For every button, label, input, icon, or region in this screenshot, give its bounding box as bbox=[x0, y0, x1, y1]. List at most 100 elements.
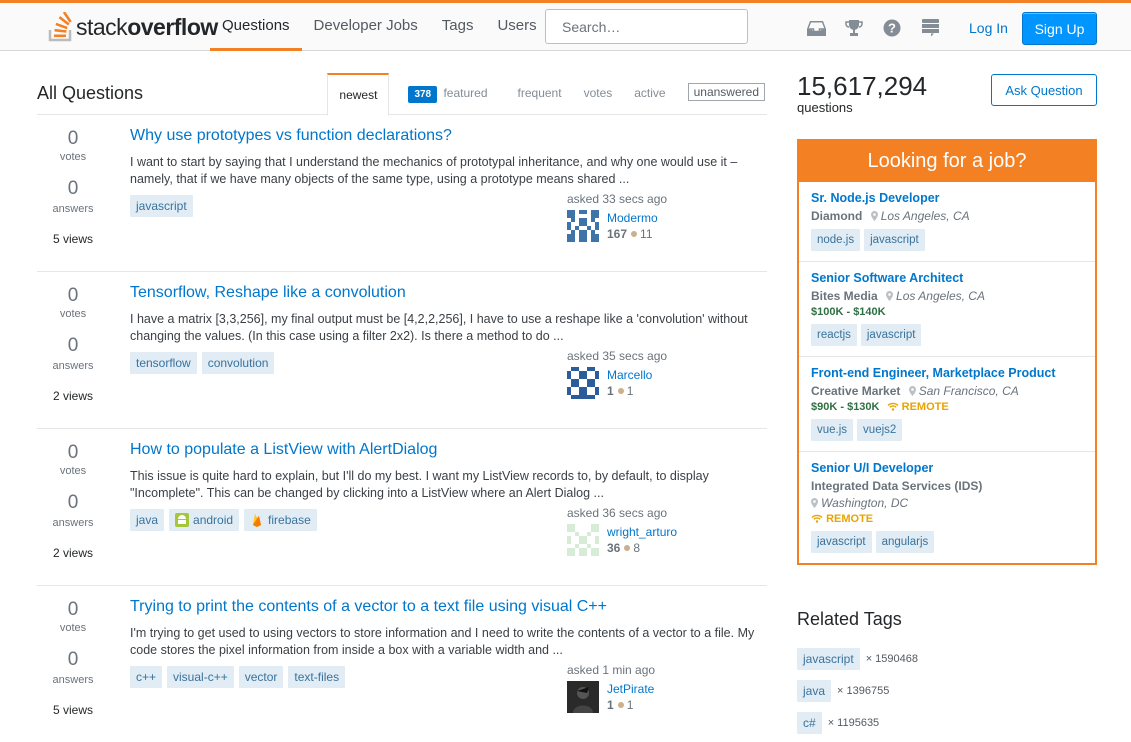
tag-android[interactable]: android bbox=[169, 509, 240, 531]
user-avatar-icon[interactable] bbox=[567, 681, 599, 713]
question-excerpt: I'm trying to get used to using vectors … bbox=[130, 626, 755, 657]
question-tags: javascript bbox=[130, 195, 198, 217]
user-avatar-icon[interactable] bbox=[567, 210, 599, 242]
tab-active[interactable]: active bbox=[623, 73, 676, 115]
signup-button[interactable]: Sign Up bbox=[1022, 12, 1097, 45]
jobs-header[interactable]: Looking for a job? bbox=[799, 141, 1095, 182]
nav-users[interactable]: Users bbox=[485, 3, 548, 51]
asked-time: asked 1 min ago bbox=[567, 663, 656, 677]
question-stats: 0 votes 0 answers 2 views bbox=[37, 429, 109, 561]
job-remote: REMOTE bbox=[811, 513, 873, 525]
tag-text-files[interactable]: text-files bbox=[288, 666, 346, 688]
tag-csharp[interactable]: c# bbox=[797, 712, 822, 734]
tag-javascript[interactable]: javascript bbox=[864, 229, 925, 251]
related-tag-row: java × 1396755 bbox=[797, 680, 918, 702]
tag-tensorflow[interactable]: tensorflow bbox=[130, 352, 197, 374]
nav-tags[interactable]: Tags bbox=[430, 3, 486, 51]
job-title-link[interactable]: Sr. Node.js Developer bbox=[811, 190, 1083, 206]
job-location: Los Angeles, CA bbox=[896, 289, 985, 303]
tag-visual-cpp[interactable]: visual-c++ bbox=[167, 666, 234, 688]
job-listing: Front-end Engineer, Marketplace Product … bbox=[799, 357, 1095, 452]
asked-time: asked 36 secs ago bbox=[567, 506, 668, 520]
tag-vuejs2[interactable]: vuejs2 bbox=[857, 419, 903, 441]
tab-unanswered[interactable]: unanswered bbox=[677, 73, 767, 115]
question-title-link[interactable]: How to populate a ListView with AlertDia… bbox=[130, 441, 437, 459]
job-location: San Francisco, CA bbox=[918, 384, 1019, 398]
question-title-link[interactable]: Why use prototypes vs function declarati… bbox=[130, 127, 452, 145]
firebase-icon bbox=[253, 514, 262, 527]
featured-count-badge: 378 bbox=[408, 86, 438, 103]
jobs-widget: Looking for a job? Sr. Node.js Developer… bbox=[797, 139, 1097, 565]
trophy-icon[interactable] bbox=[843, 17, 865, 39]
tag-vector[interactable]: vector bbox=[238, 666, 284, 688]
bronze-badge-icon bbox=[617, 702, 624, 708]
job-remote: REMOTE bbox=[883, 401, 949, 413]
question-title-link[interactable]: Tensorflow, Reshape like a convolution bbox=[130, 284, 406, 302]
question-stats: 0 votes 0 answers 5 views bbox=[37, 115, 109, 247]
tag-javascript[interactable]: javascript bbox=[797, 648, 860, 670]
user-name-link[interactable]: wright_arturo bbox=[607, 524, 677, 540]
tab-votes[interactable]: votes bbox=[573, 73, 624, 115]
job-company: Creative Market bbox=[811, 384, 901, 398]
site-logo[interactable]: stackoverflow bbox=[48, 11, 218, 43]
answer-label: answers bbox=[52, 203, 94, 215]
location-pin-icon bbox=[908, 386, 916, 396]
help-icon[interactable]: ? bbox=[881, 17, 903, 39]
user-name-link[interactable]: JetPirate bbox=[607, 681, 654, 697]
vote-label: votes bbox=[59, 308, 87, 320]
tab-frequent[interactable]: frequent bbox=[507, 73, 573, 115]
tag-convolution[interactable]: convolution bbox=[201, 352, 275, 374]
logo-icon bbox=[48, 12, 72, 42]
view-count: 2 views bbox=[52, 546, 93, 560]
tab-newest[interactable]: newest bbox=[327, 73, 390, 116]
vote-count: 0 bbox=[67, 285, 79, 306]
tab-featured-label: featured bbox=[443, 86, 488, 100]
tag-vuejs[interactable]: vue.js bbox=[811, 419, 854, 441]
vote-label: votes bbox=[59, 622, 87, 634]
question-stats: 0 votes 0 answers 5 views bbox=[37, 586, 109, 718]
vote-count: 0 bbox=[67, 128, 79, 149]
question-title-link[interactable]: Trying to print the contents of a vector… bbox=[130, 598, 607, 616]
question-stats: 0 votes 0 answers 2 views bbox=[37, 272, 109, 404]
user-reputation: 11 bbox=[607, 698, 634, 712]
tag-javascript[interactable]: javascript bbox=[130, 195, 193, 217]
related-tags-title: Related Tags bbox=[797, 609, 902, 629]
bronze-badge-icon bbox=[617, 388, 624, 394]
location-pin-icon bbox=[870, 211, 878, 221]
job-title-link[interactable]: Front-end Engineer, Marketplace Product bbox=[811, 365, 1083, 381]
top-bar: stackoverflow Questions Developer Jobs T… bbox=[0, 0, 1131, 51]
job-title-link[interactable]: Senior U/I Developer bbox=[811, 460, 1083, 476]
question-tags: tensorflow convolution bbox=[130, 352, 279, 374]
tag-java[interactable]: java bbox=[130, 509, 165, 531]
job-title-link[interactable]: Senior Software Architect bbox=[811, 270, 1083, 286]
user-name-link[interactable]: Modermo bbox=[607, 210, 658, 226]
stack-exchange-icon[interactable] bbox=[919, 17, 941, 39]
login-link[interactable]: Log In bbox=[959, 13, 1018, 43]
tab-featured[interactable]: 378 featured bbox=[397, 73, 498, 115]
tag-firebase[interactable]: firebase bbox=[244, 509, 317, 531]
question-owner: asked 36 secs ago wright_arturo 36 8 bbox=[567, 506, 767, 556]
search-input[interactable] bbox=[545, 9, 748, 44]
ask-question-button[interactable]: Ask Question bbox=[991, 74, 1097, 106]
tag-reactjs[interactable]: reactjs bbox=[811, 324, 857, 346]
job-company: Diamond bbox=[811, 209, 863, 223]
question-summary: 0 votes 0 answers 5 views Why use protot… bbox=[37, 115, 767, 272]
user-reputation: 167 11 bbox=[607, 227, 653, 241]
sidebar: 15,617,294 questions Ask Question Lookin… bbox=[797, 71, 1097, 734]
tag-java[interactable]: java bbox=[797, 680, 832, 702]
user-name-link[interactable]: Marcello bbox=[607, 367, 652, 383]
user-avatar-icon[interactable] bbox=[567, 367, 599, 399]
user-avatar-icon[interactable] bbox=[567, 524, 599, 556]
vote-label: votes bbox=[59, 465, 87, 477]
tag-angularjs[interactable]: angularjs bbox=[875, 531, 935, 553]
location-pin-icon bbox=[811, 498, 818, 508]
tag-javascript[interactable]: javascript bbox=[811, 531, 872, 553]
tag-javascript[interactable]: javascript bbox=[860, 324, 922, 346]
nav-questions[interactable]: Questions bbox=[210, 3, 302, 51]
nav-developer-jobs[interactable]: Developer Jobs bbox=[302, 3, 430, 51]
tag-nodejs[interactable]: node.js bbox=[811, 229, 861, 251]
list-header: All Questions newest 378 featured freque… bbox=[37, 71, 767, 116]
related-tags-list: javascript × 1590468 java × 1396755 c# ×… bbox=[797, 648, 918, 742]
inbox-icon[interactable] bbox=[805, 17, 827, 39]
tag-cpp[interactable]: c++ bbox=[130, 666, 163, 688]
